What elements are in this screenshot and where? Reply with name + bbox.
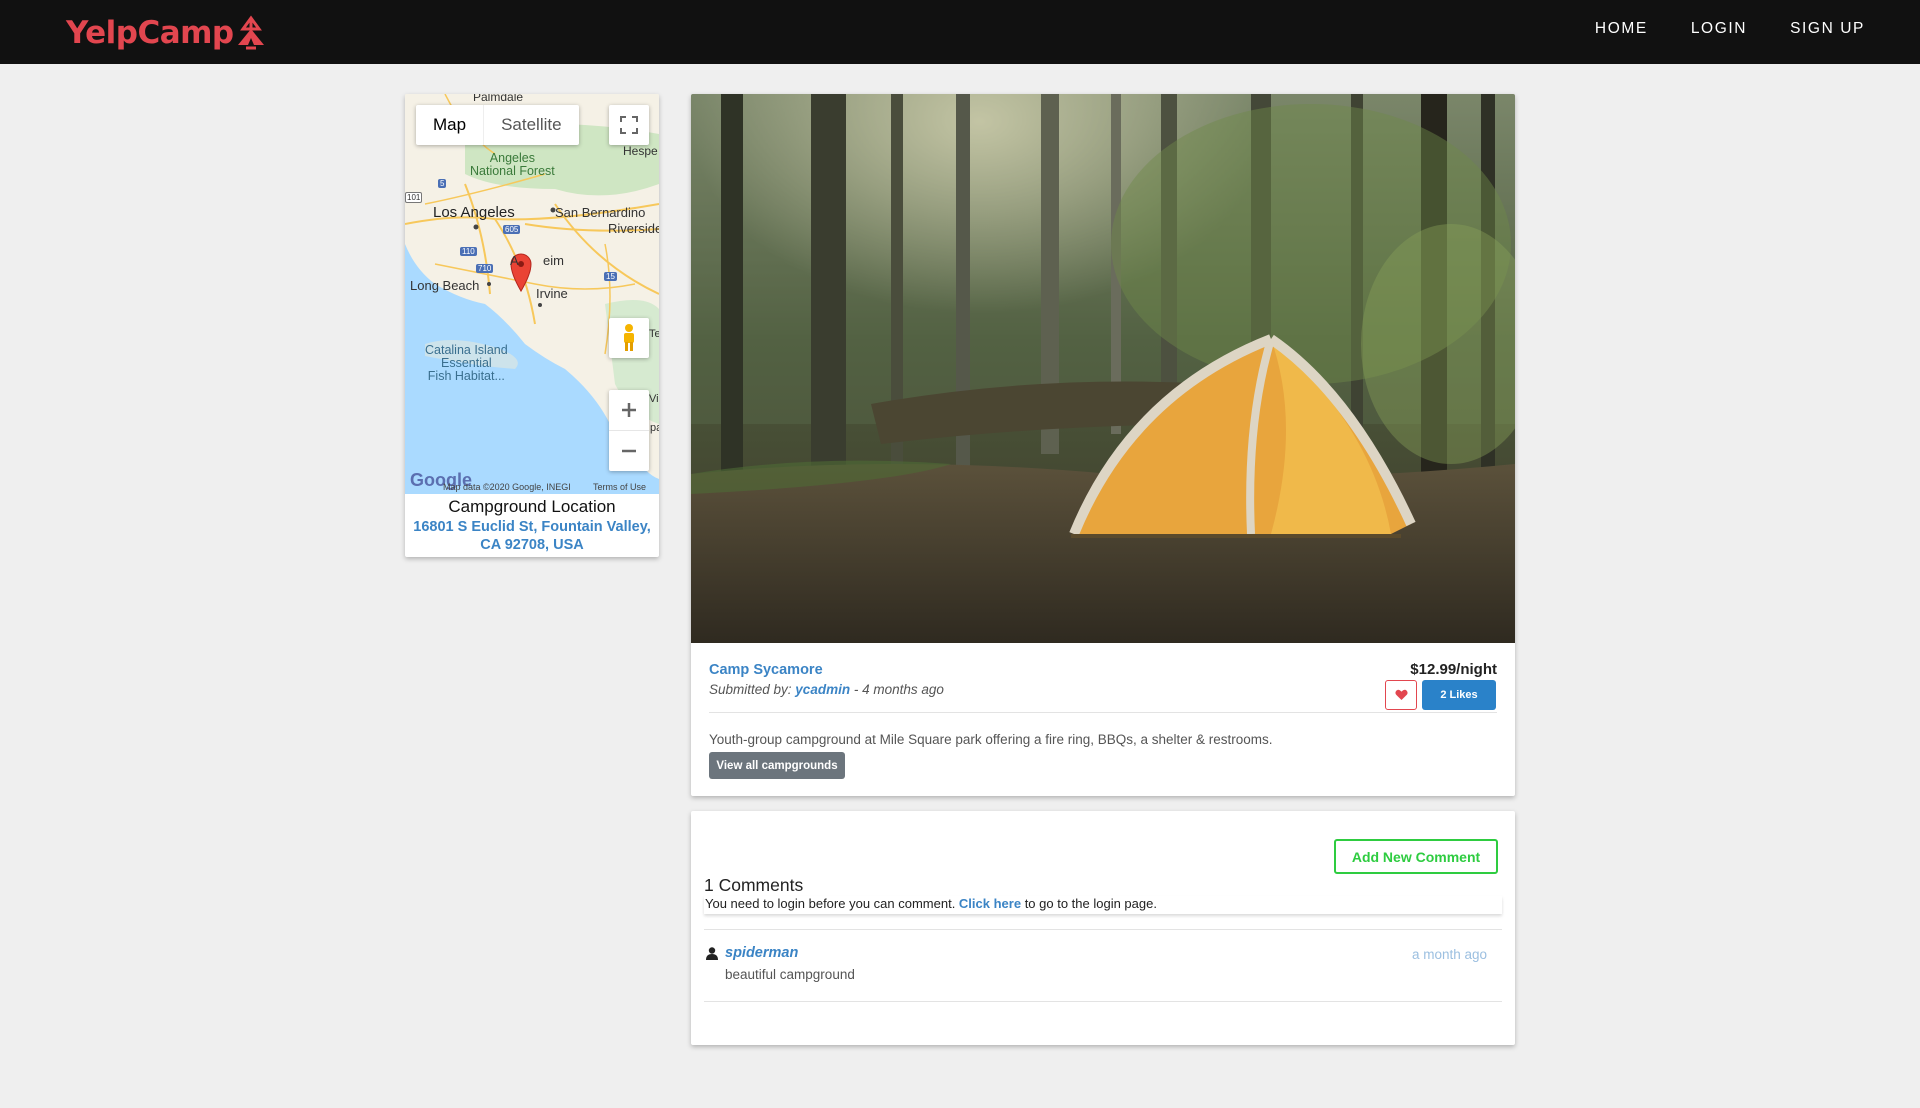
highway-shield-110: 110 xyxy=(460,247,477,256)
nav-links: HOME LOGIN SIGN UP xyxy=(1595,20,1865,38)
map-label-los-angeles: Los Angeles xyxy=(433,204,515,221)
street-view-pegman[interactable] xyxy=(609,318,649,358)
map-label-vis: Vis xyxy=(649,393,659,405)
map-label-long-beach: Long Beach xyxy=(410,278,480,293)
comments-count: 1 Comments xyxy=(704,875,804,895)
like-button[interactable] xyxy=(1385,680,1417,710)
map-type-satellite-button[interactable]: Satellite xyxy=(483,105,578,145)
map-label-angeles-forest: Angeles National Forest xyxy=(470,151,555,178)
map-card: Palmdale Hespe Angeles National Forest L… xyxy=(405,94,659,557)
campground-address: 16801 S Euclid St, Fountain Valley, CA 9… xyxy=(413,519,651,553)
heart-icon xyxy=(1394,689,1408,700)
login-page-link[interactable]: Click here xyxy=(959,896,1021,911)
zoom-in-button[interactable] xyxy=(609,391,649,431)
map-type-toggle: Map Satellite xyxy=(416,105,579,145)
map-label-catalina: Catalina Island Essential Fish Habitat..… xyxy=(425,343,508,383)
map-label-pa: pa xyxy=(650,422,659,434)
fullscreen-icon xyxy=(620,116,638,134)
highway-shield-15: 15 xyxy=(604,272,617,281)
map-type-map-button[interactable]: Map xyxy=(416,105,483,145)
highway-shield-710: 710 xyxy=(476,264,494,273)
zoom-controls xyxy=(609,390,649,471)
highway-shield-101: 101 xyxy=(405,192,423,203)
highway-shield-5: 5 xyxy=(438,179,447,188)
campground-description: Youth-group campground at Mile Square pa… xyxy=(709,732,1273,747)
campground-card: Camp Sycamore Submitted by: ycadmin - 4 … xyxy=(691,94,1515,796)
comments-card: Add New Comment 1 Comments You need to l… xyxy=(691,811,1515,1045)
card-divider xyxy=(709,712,1497,713)
brand-name[interactable]: YelpCamp xyxy=(66,15,234,51)
map-terms-link[interactable]: Terms of Use xyxy=(593,482,646,492)
map-label-irvine: Irvine xyxy=(536,286,568,301)
map-label-san-bernardino: San Bernardino xyxy=(555,205,646,220)
likes-count-button[interactable]: 2 Likes xyxy=(1422,680,1496,710)
author-link[interactable]: ycadmin xyxy=(795,682,850,697)
comment-time: a month ago xyxy=(1411,947,1487,962)
map-label-anaheim-prefix: A xyxy=(510,253,519,268)
nav-login-link[interactable]: LOGIN xyxy=(1691,20,1747,38)
fullscreen-button[interactable] xyxy=(609,105,649,145)
comments-divider-top xyxy=(704,929,1502,930)
map-label-palmdale: Palmdale xyxy=(473,94,524,104)
user-icon xyxy=(706,946,718,960)
nav-signup-link[interactable]: SIGN UP xyxy=(1790,20,1865,38)
map-label-anaheim: eim xyxy=(543,253,564,268)
comment-author-link[interactable]: spiderman xyxy=(725,945,798,961)
campground-photo xyxy=(691,94,1515,643)
submitted-prefix: Submitted by: xyxy=(709,682,796,697)
comments-divider-bottom xyxy=(704,1001,1502,1002)
login-notice-suffix: to go to the login page. xyxy=(1021,896,1157,911)
tent-campfire-icon xyxy=(237,15,264,50)
pegman-icon xyxy=(624,324,634,351)
campground-price: $12.99/night xyxy=(1410,661,1497,678)
login-notice-text: You need to login before you can comment… xyxy=(705,896,959,911)
submitted-time: - 4 months ago xyxy=(850,682,944,697)
submitted-by: Submitted by: ycadmin - 4 months ago xyxy=(709,682,944,697)
map-label-riverside: Riverside xyxy=(608,221,659,236)
comment-text: beautiful campground xyxy=(725,967,855,982)
campground-name-link[interactable]: Camp Sycamore xyxy=(709,662,823,678)
zoom-out-button[interactable] xyxy=(609,431,649,471)
map-label-hesperia: Hespe xyxy=(623,144,658,158)
nav-home-link[interactable]: HOME xyxy=(1595,20,1648,38)
add-comment-button[interactable]: Add New Comment xyxy=(1334,839,1498,874)
comment-header: spiderman xyxy=(706,945,798,961)
minus-icon xyxy=(622,449,636,452)
plus-icon xyxy=(622,403,636,417)
map-data-attribution: Map data ©2020 Google, INEGI xyxy=(443,482,571,492)
map-label-te: Te xyxy=(649,328,659,340)
brand-logo[interactable]: YelpCamp xyxy=(66,13,266,53)
navbar: YelpCamp HOME LOGIN SIGN UP xyxy=(0,0,1920,64)
google-map[interactable]: Palmdale Hespe Angeles National Forest L… xyxy=(405,94,659,494)
map-caption: Campground Location 16801 S Euclid St, F… xyxy=(405,494,659,554)
map-caption-title: Campground Location xyxy=(448,497,616,516)
highway-shield-605: 605 xyxy=(503,225,521,234)
view-all-campgrounds-button[interactable]: View all campgrounds xyxy=(709,752,845,779)
login-notice: You need to login before you can comment… xyxy=(704,896,1502,914)
